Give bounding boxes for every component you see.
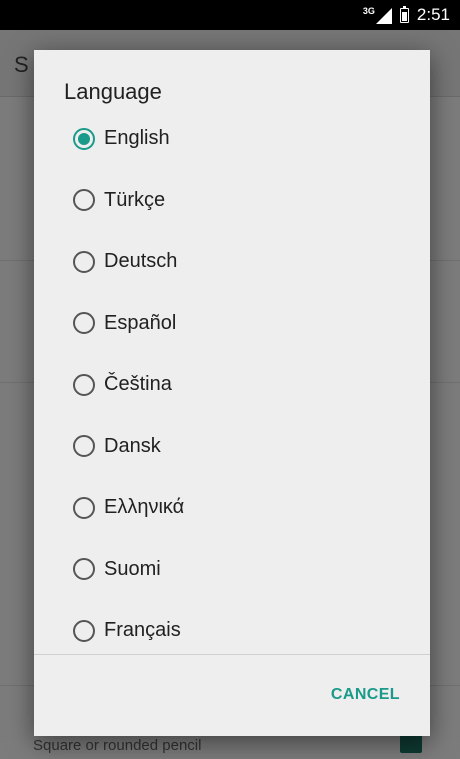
status-bar: 3G 2:51	[0, 0, 460, 30]
battery-icon	[399, 5, 409, 23]
background-subtitle: Square or rounded pencil	[33, 737, 202, 754]
language-option-label: Suomi	[104, 557, 161, 580]
language-option[interactable]: Español	[34, 293, 430, 355]
background-checkbox	[400, 735, 422, 753]
radio-unchecked-icon[interactable]	[73, 435, 95, 458]
language-option-label: Français	[104, 619, 181, 642]
cancel-button[interactable]: CANCEL	[331, 686, 400, 704]
language-option-label: English	[104, 127, 170, 150]
dialog-divider	[34, 654, 430, 655]
radio-unchecked-icon[interactable]	[73, 496, 95, 519]
language-options-list: English Türkçe Deutsch Español Čeština Dansk Ε…	[34, 108, 430, 662]
radio-unchecked-icon[interactable]	[73, 189, 95, 212]
language-dialog: Language English Türkçe Deutsch Español Češt…	[34, 50, 430, 736]
dialog-title: Language	[64, 79, 162, 104]
language-option-label: Čeština	[104, 373, 172, 396]
language-option-label: Deutsch	[104, 250, 178, 273]
language-option[interactable]: Ελληνικά	[34, 477, 430, 539]
language-option[interactable]: Dansk	[34, 416, 430, 478]
language-option-label: Ελληνικά	[104, 496, 185, 519]
language-option-label: Español	[104, 311, 177, 334]
cell-signal-icon: 3G	[363, 6, 392, 24]
radio-unchecked-icon[interactable]	[73, 373, 95, 396]
radio-unchecked-icon[interactable]	[73, 619, 95, 642]
language-option[interactable]: Türkçe	[34, 170, 430, 232]
language-option[interactable]: Suomi	[34, 539, 430, 601]
network-type-label: 3G	[362, 6, 375, 16]
language-option-label: Dansk	[104, 434, 161, 457]
language-option[interactable]: English	[34, 108, 430, 170]
language-option[interactable]: Français	[34, 600, 430, 662]
radio-checked-icon[interactable]	[73, 127, 95, 150]
status-time: 2:51	[416, 5, 450, 24]
radio-unchecked-icon[interactable]	[73, 250, 95, 273]
language-option[interactable]: Deutsch	[34, 231, 430, 293]
language-option-label: Türkçe	[104, 188, 166, 211]
radio-unchecked-icon[interactable]	[73, 558, 95, 581]
language-option[interactable]: Čeština	[34, 354, 430, 416]
background-title: S	[14, 52, 29, 77]
radio-unchecked-icon[interactable]	[73, 312, 95, 335]
